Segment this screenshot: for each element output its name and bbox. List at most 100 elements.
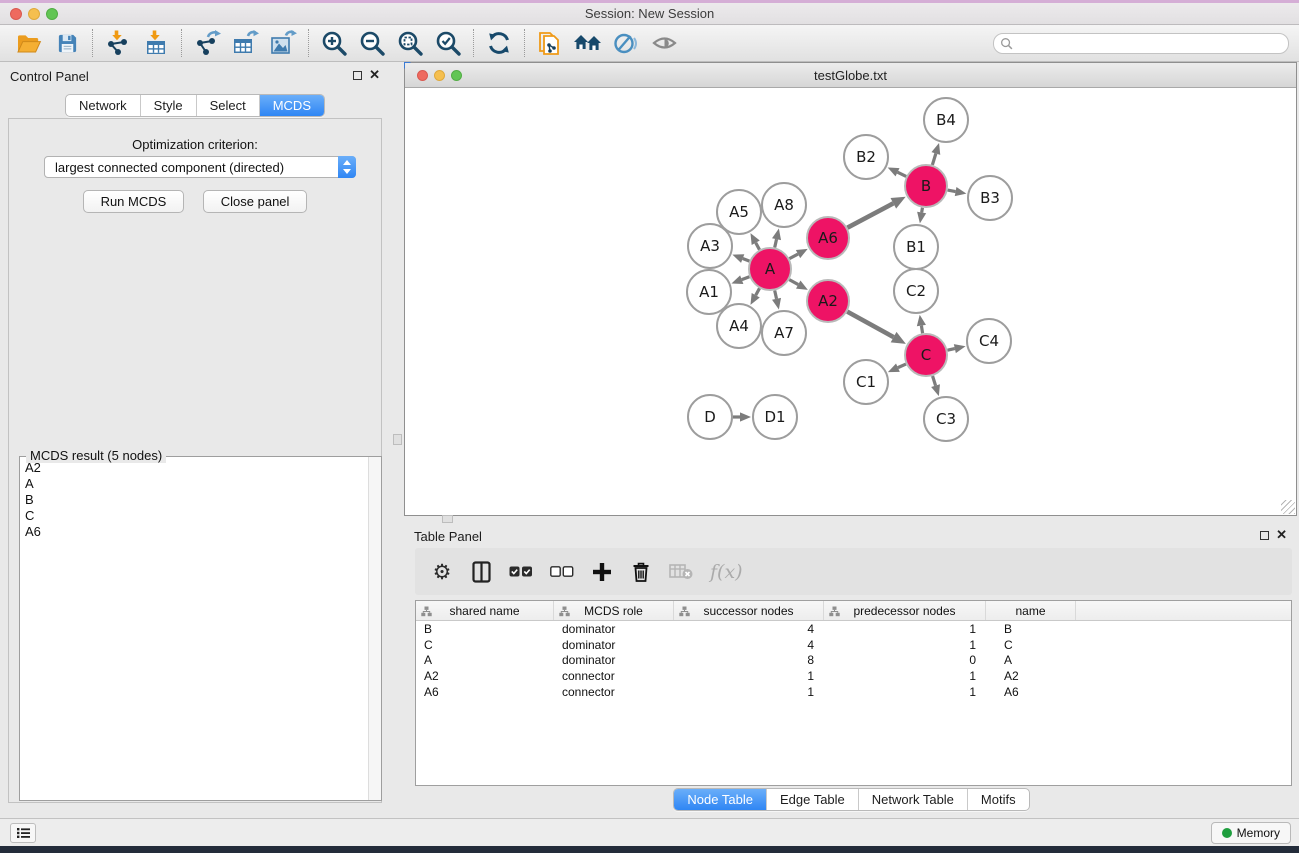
edge-A-A1[interactable]: [742, 277, 750, 280]
cell-name: A6: [986, 685, 1076, 699]
tab-style[interactable]: Style: [140, 95, 196, 116]
table-row[interactable]: Adominator80A: [416, 653, 1291, 669]
result-item-a2[interactable]: A2: [25, 460, 367, 476]
edge-C-C4[interactable]: [947, 349, 954, 351]
edge-B-B2[interactable]: [898, 172, 907, 176]
graph-node-label-C1: C1: [856, 373, 876, 391]
table-row[interactable]: Cdominator41C: [416, 637, 1291, 653]
float-panel-icon[interactable]: [353, 71, 362, 80]
open-session-icon[interactable]: [10, 27, 48, 59]
search-field[interactable]: [993, 33, 1289, 54]
cell-predecessor-nodes: 1: [824, 669, 986, 683]
float-table-panel-icon[interactable]: [1260, 531, 1269, 540]
zoom-out-icon[interactable]: [353, 27, 391, 59]
result-list-scrollbar[interactable]: [368, 457, 381, 800]
graph-node-label-A4: A4: [729, 317, 749, 335]
export-table-icon[interactable]: [226, 27, 264, 59]
tab-select[interactable]: Select: [196, 95, 259, 116]
insert-column-icon[interactable]: [470, 560, 492, 584]
hierarchy-sort-icon: [679, 606, 690, 617]
zoom-fit-icon[interactable]: [391, 27, 429, 59]
table-tabs: Node TableEdge TableNetwork TableMotifs: [404, 788, 1299, 811]
result-item-c[interactable]: C: [25, 508, 367, 524]
import-table-icon[interactable]: [137, 27, 175, 59]
save-session-icon[interactable]: [48, 27, 86, 59]
table-tab-node-table[interactable]: Node Table: [674, 789, 766, 810]
table-row[interactable]: A6connector11A6: [416, 684, 1291, 700]
edge-A-A4[interactable]: [756, 288, 760, 295]
toolbar-separator: [181, 29, 182, 57]
graph-node-label-A5: A5: [729, 203, 749, 221]
add-row-icon[interactable]: [591, 560, 613, 584]
graph-node-label-B1: B1: [906, 238, 926, 256]
zoom-selected-icon[interactable]: [429, 27, 467, 59]
edge-A-A3[interactable]: [743, 259, 750, 262]
tab-mcds[interactable]: MCDS: [259, 95, 324, 116]
edge-A2-C[interactable]: [847, 312, 893, 338]
edge-A-A5[interactable]: [756, 243, 760, 250]
table-tab-edge-table[interactable]: Edge Table: [766, 789, 858, 810]
column-header-predecessor-nodes[interactable]: predecessor nodes: [824, 601, 986, 620]
edge-B-B4[interactable]: [932, 153, 935, 164]
delete-rows-icon[interactable]: [630, 560, 652, 584]
search-input[interactable]: [1013, 37, 1288, 51]
edge-A-A8[interactable]: [775, 239, 777, 247]
edge-A-A2[interactable]: [789, 280, 798, 285]
function-builder-icon-disabled: f(x): [710, 560, 743, 584]
toolbar-separator: [308, 29, 309, 57]
cell-successor-nodes: 4: [674, 622, 824, 636]
cell-predecessor-nodes: 1: [824, 685, 986, 699]
memory-button[interactable]: Memory: [1211, 822, 1291, 844]
control-panel-header: Control Panel ✕: [0, 62, 390, 90]
refresh-icon[interactable]: [480, 27, 518, 59]
tab-network[interactable]: Network: [66, 95, 140, 116]
result-item-a[interactable]: A: [25, 476, 367, 492]
edge-A6-B[interactable]: [847, 203, 893, 227]
edge-C-C1[interactable]: [898, 364, 906, 368]
export-network-icon[interactable]: [188, 27, 226, 59]
column-label: successor nodes: [703, 604, 793, 618]
zoom-in-icon[interactable]: [315, 27, 353, 59]
edge-B-B3[interactable]: [948, 190, 956, 191]
export-image-icon[interactable]: [264, 27, 302, 59]
table-row[interactable]: Bdominator41B: [416, 621, 1291, 637]
close-table-panel-icon[interactable]: ✕: [1276, 527, 1287, 543]
window-resize-grip[interactable]: [1281, 500, 1295, 514]
edge-C-C3[interactable]: [933, 376, 936, 386]
result-item-a6[interactable]: A6: [25, 524, 367, 540]
edge-arrowhead: [732, 254, 744, 263]
edge-A-A7[interactable]: [775, 290, 777, 298]
memory-status-icon: [1222, 828, 1232, 838]
eye-icon[interactable]: [645, 27, 683, 59]
edge-arrowhead: [772, 298, 781, 310]
edge-B-B1[interactable]: [922, 208, 923, 213]
cell-shared-name: A2: [416, 669, 554, 683]
table-row[interactable]: A2connector11A2: [416, 668, 1291, 684]
close-panel-icon[interactable]: ✕: [369, 67, 380, 83]
optimization-criterion-select[interactable]: largest connected component (directed): [44, 156, 356, 178]
column-header-successor-nodes[interactable]: successor nodes: [674, 601, 824, 620]
new-session-from-network-icon[interactable]: [531, 27, 569, 59]
table-tab-motifs[interactable]: Motifs: [967, 789, 1029, 810]
table-tab-network-table[interactable]: Network Table: [858, 789, 967, 810]
memory-label: Memory: [1237, 826, 1280, 840]
column-header-shared-name[interactable]: shared name: [416, 601, 554, 620]
result-item-b[interactable]: B: [25, 492, 367, 508]
table-options-icon[interactable]: ⚙: [431, 560, 453, 584]
run-mcds-button[interactable]: Run MCDS: [83, 190, 185, 213]
select-all-icon[interactable]: [509, 560, 533, 584]
graph-node-label-A: A: [765, 260, 776, 278]
edge-A-A6[interactable]: [789, 254, 798, 259]
gene-view-icon[interactable]: [607, 27, 645, 59]
cell-predecessor-nodes: 1: [824, 622, 986, 636]
vertical-splitter-handle[interactable]: [393, 434, 402, 445]
column-header-mcds-role[interactable]: MCDS role: [554, 601, 674, 620]
network-canvas[interactable]: B4B2BB3A8A5A6A3B1AA1C2A2A4A7C4CC1C3DD1: [405, 88, 1296, 515]
close-panel-button[interactable]: Close panel: [203, 190, 308, 213]
column-header-name[interactable]: name: [986, 601, 1076, 620]
deselect-all-icon[interactable]: [550, 560, 574, 584]
home-icon[interactable]: [569, 27, 607, 59]
import-network-icon[interactable]: [99, 27, 137, 59]
edge-C-C2[interactable]: [921, 326, 922, 334]
task-history-button[interactable]: [10, 823, 36, 843]
